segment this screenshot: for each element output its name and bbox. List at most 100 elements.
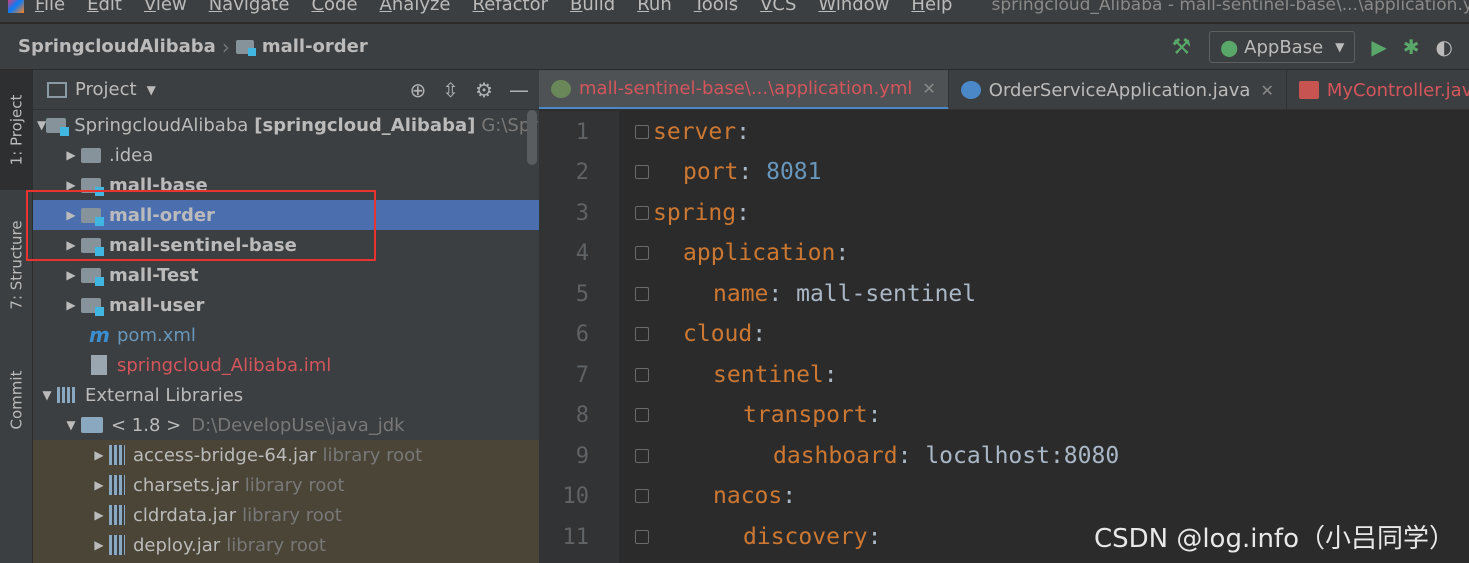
jdk-icon [81,417,103,433]
code-line[interactable]: 8 transport: [539,395,1469,435]
menu-help[interactable]: Help [900,0,963,16]
editor-area: mall-sentinel-base\...\application.yml ✕… [539,70,1469,563]
breadcrumb-separator-icon: › [221,34,230,59]
expand-right-icon[interactable]: ▶ [61,148,81,162]
navigation-bar: SpringcloudAlibaba › mall-order ⚒ ⬤ AppB… [0,24,1469,70]
jar-icon [109,505,125,525]
fold-marker-icon[interactable] [635,368,649,382]
expand-right-icon[interactable]: ▶ [89,448,109,462]
yaml-file-icon [551,79,571,98]
tree-item-mall-test[interactable]: ▶ mall-Test [33,260,539,290]
tree-item-jar[interactable]: ▶ access-bridge-64.jar library root [33,440,539,470]
close-icon[interactable]: ✕ [922,79,935,98]
run-icon[interactable]: ▶ [1371,35,1386,59]
gear-icon[interactable]: ⚙ [475,78,493,102]
expand-right-icon[interactable]: ▶ [89,478,109,492]
tree-item-pom-xml[interactable]: m pom.xml [33,320,539,350]
expand-down-icon[interactable]: ▼ [37,388,57,402]
tool-tab-commit[interactable]: Commit [0,350,33,450]
module-file-icon [91,355,107,375]
tree-item-idea[interactable]: ▶ .idea [33,140,539,170]
menu-analyze[interactable]: Analyze [369,0,462,16]
locate-crosshair-icon[interactable]: ⊕ [410,78,427,102]
code-line[interactable]: 2 port: 8081 [539,152,1469,192]
library-icon [57,387,77,403]
tree-scrollbar[interactable] [527,110,537,165]
collapse-all-icon[interactable]: ⇳ [442,78,459,102]
debug-bug-icon[interactable]: ✱ [1403,35,1420,59]
code-line[interactable]: 6 cloud: [539,314,1469,354]
run-configuration-select[interactable]: ⬤ AppBase ▼ [1209,31,1356,63]
breadcrumb-project[interactable]: SpringcloudAlibaba [0,36,216,57]
menu-code[interactable]: Code [300,0,368,16]
hide-panel-icon[interactable]: — [509,78,529,102]
fold-marker-icon[interactable] [635,165,649,179]
fold-marker-icon[interactable] [635,287,649,301]
code-line[interactable]: 10 nacos: [539,476,1469,516]
window-title: springcloud_Alibaba - mall-sentinel-base… [991,0,1469,15]
annotation-highlight-box [26,190,376,261]
fold-marker-icon[interactable] [635,125,649,139]
java-class-icon [960,81,981,99]
spring-boot-icon: ⬤ [1220,37,1239,57]
fold-marker-icon[interactable] [635,327,649,341]
tree-item-external-libraries[interactable]: ▼ External Libraries [33,380,539,410]
fold-marker-icon[interactable] [635,530,649,544]
code-line[interactable]: 7 sentinel: [539,355,1469,395]
module-folder-icon [46,117,70,136]
fold-marker-icon[interactable] [635,408,649,422]
tab-order-service-application[interactable]: OrderServiceApplication.java ✕ [949,70,1287,109]
breadcrumb-module[interactable]: mall-order [262,36,368,57]
menu-build[interactable]: Build [559,0,626,16]
tree-item-root[interactable]: ▼ SpringcloudAlibaba [springcloud_Alibab… [33,110,539,140]
expand-right-icon[interactable]: ▶ [61,268,81,282]
menu-window[interactable]: Window [807,0,900,16]
tab-my-controller[interactable]: MyController.java [1287,70,1469,109]
folder-icon [81,147,101,163]
menu-view[interactable]: View [133,0,198,16]
menu-vcs[interactable]: VCS [749,0,807,16]
menu-refactor[interactable]: Refactor [462,0,560,16]
menu-file[interactable]: File [24,0,76,16]
code-line[interactable]: 5 name: mall-sentinel [539,274,1469,314]
build-hammer-icon[interactable]: ⚒ [1172,35,1192,60]
tree-item-jar[interactable]: ▶ cldrdata.jar library root [33,500,539,530]
java-file-icon [1298,81,1319,99]
menu-run[interactable]: Run [626,0,683,16]
chevron-down-icon[interactable]: ▼ [147,83,156,97]
fold-marker-icon[interactable] [635,206,649,220]
tree-item-jar[interactable]: ▶ charsets.jar library root [33,470,539,500]
menu-edit[interactable]: Edit [76,0,133,16]
tree-item-jar[interactable]: ▶ deploy.jar library root [33,530,539,560]
menu-bar: File Edit View Navigate Code Analyze Ref… [0,0,1469,22]
code-line[interactable]: 3 spring: [539,193,1469,233]
module-folder-icon [81,297,104,316]
project-view-selector[interactable]: Project [75,79,137,100]
expand-right-icon[interactable]: ▶ [89,508,109,522]
expand-right-icon[interactable]: ▶ [89,538,109,552]
tree-item-iml-file[interactable]: springcloud_Alibaba.iml [33,350,539,380]
fold-marker-icon[interactable] [635,449,649,463]
module-folder-icon [81,267,104,286]
code-line[interactable]: 4 application: [539,233,1469,273]
fold-marker-icon[interactable] [635,489,649,503]
fold-marker-icon[interactable] [635,246,649,260]
tree-item-mall-user[interactable]: ▶ mall-user [33,290,539,320]
menu-tools[interactable]: Tools [683,0,749,16]
expand-down-icon[interactable]: ▼ [61,418,81,432]
jar-icon [109,475,125,495]
project-panel: Project ▼ ⊕ ⇳ ⚙ — ▼ SpringcloudAlibaba [… [33,70,539,563]
run-configuration-label: AppBase [1244,36,1324,58]
coverage-icon[interactable]: ◐ [1436,35,1453,59]
jar-icon [109,445,125,465]
code-line[interactable]: 9 dashboard: localhost:8080 [539,436,1469,476]
code-line[interactable]: 1 server: [539,112,1469,152]
expand-right-icon[interactable]: ▶ [61,298,81,312]
tab-application-yml[interactable]: mall-sentinel-base\...\application.yml ✕ [539,70,949,109]
menu-navigate[interactable]: Navigate [198,0,301,16]
tree-item-jdk[interactable]: ▼ < 1.8 > D:\DevelopUse\java_jdk [33,410,539,440]
expand-down-icon[interactable]: ▼ [37,118,46,132]
chevron-down-icon: ▼ [1335,40,1345,54]
close-icon[interactable]: ✕ [1260,81,1273,100]
tool-tab-project[interactable]: 1: Project [0,70,33,190]
